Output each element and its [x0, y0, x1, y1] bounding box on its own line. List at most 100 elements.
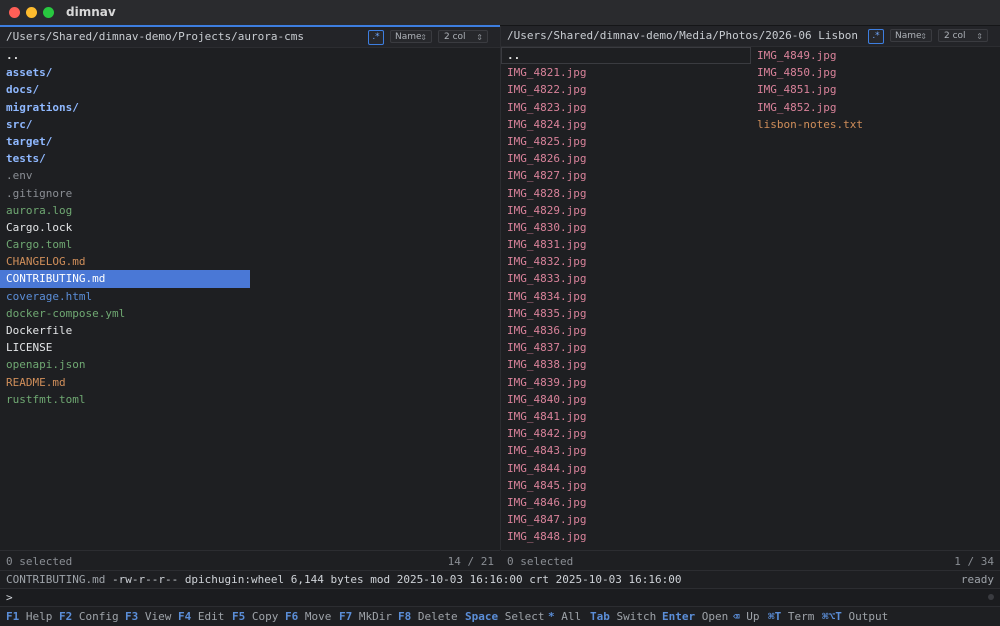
file-item[interactable]: CHANGELOG.md [0, 253, 250, 270]
file-item[interactable]: aurora.log [0, 202, 250, 219]
file-item[interactable]: IMG_4835.jpg [501, 305, 751, 322]
file-item[interactable]: LICENSE [0, 339, 250, 356]
key-open[interactable]: Enter Open [662, 610, 728, 623]
left-cols-select[interactable]: 2 col ⇕ [438, 30, 488, 43]
left-sort-select[interactable]: Name ⇕ [390, 30, 432, 43]
file-item[interactable]: IMG_4823.jpg [501, 99, 751, 116]
file-item[interactable]: Cargo.lock [0, 219, 250, 236]
directory-item[interactable]: migrations/ [0, 99, 250, 116]
key-all[interactable]: * All [548, 610, 581, 623]
file-item[interactable]: IMG_4831.jpg [501, 236, 751, 253]
file-item[interactable]: .gitignore [0, 185, 250, 202]
file-item[interactable]: coverage.html [0, 288, 250, 305]
left-cols-value: 2 col [444, 32, 466, 42]
file-item[interactable]: IMG_4840.jpg [501, 391, 751, 408]
key-label: ⌘⌥T [822, 610, 842, 623]
key-term[interactable]: ⌘T Term [768, 610, 814, 623]
file-item[interactable]: CONTRIBUTING.md [0, 270, 250, 288]
directory-item[interactable]: assets/ [0, 64, 250, 81]
key-label: Tab [590, 610, 610, 623]
key-switch[interactable]: Tab Switch [590, 610, 656, 623]
left-position: 14 / 21 [447, 555, 494, 568]
title-bar: dimnav [0, 0, 1000, 26]
right-regex-toggle[interactable]: .* [868, 29, 884, 44]
file-item[interactable]: IMG_4836.jpg [501, 322, 751, 339]
key-delete[interactable]: F8 Delete [398, 610, 458, 623]
file-item[interactable]: README.md [0, 374, 250, 391]
file-item[interactable]: IMG_4826.jpg [501, 150, 751, 167]
key-copy[interactable]: F5 Copy [232, 610, 278, 623]
file-item[interactable]: .env [0, 167, 250, 184]
file-item[interactable]: IMG_4852.jpg [751, 99, 1000, 116]
key-config[interactable]: F2 Config [59, 610, 119, 623]
file-item[interactable]: IMG_4844.jpg [501, 460, 751, 477]
file-item[interactable]: IMG_4821.jpg [501, 64, 751, 81]
key-help[interactable]: F1 Help [6, 610, 52, 623]
file-item[interactable]: IMG_4822.jpg [501, 81, 751, 98]
file-item[interactable]: IMG_4829.jpg [501, 202, 751, 219]
file-item[interactable]: docker-compose.yml [0, 305, 250, 322]
directory-item[interactable]: target/ [0, 133, 250, 150]
file-item[interactable]: IMG_4849.jpg [751, 47, 1000, 64]
key-action: Delete [411, 610, 458, 623]
key-label: ⌘T [768, 610, 782, 623]
key-edit[interactable]: F4 Edit [178, 610, 224, 623]
file-item[interactable]: IMG_4841.jpg [501, 408, 751, 425]
file-item[interactable]: rustfmt.toml [0, 391, 250, 408]
file-item[interactable]: IMG_4838.jpg [501, 356, 751, 373]
file-item[interactable]: IMG_4832.jpg [501, 253, 751, 270]
right-pane[interactable]: /Users/Shared/dimnav-demo/Media/Photos/2… [501, 26, 1000, 571]
file-item[interactable]: IMG_4848.jpg [501, 528, 751, 545]
file-item[interactable]: IMG_4825.jpg [501, 133, 751, 150]
directory-item[interactable]: src/ [0, 116, 250, 133]
minimize-window-button[interactable] [26, 7, 37, 18]
key-mkdir[interactable]: F7 MkDir [339, 610, 392, 623]
key-select[interactable]: Space Select [465, 610, 544, 623]
key-up[interactable]: ⌫ Up [733, 610, 760, 623]
key-action: MkDir [352, 610, 392, 623]
close-window-button[interactable] [9, 7, 20, 18]
command-line[interactable]: > [0, 588, 1000, 606]
file-item[interactable]: IMG_4850.jpg [751, 64, 1000, 81]
file-item[interactable]: IMG_4828.jpg [501, 185, 751, 202]
right-sort-select[interactable]: Name ⇕ [890, 29, 932, 42]
file-item[interactable]: Cargo.toml [0, 236, 250, 253]
file-item[interactable]: IMG_4834.jpg [501, 288, 751, 305]
file-item[interactable]: IMG_4839.jpg [501, 374, 751, 391]
file-item[interactable]: IMG_4833.jpg [501, 270, 751, 287]
file-item[interactable]: lisbon-notes.txt [751, 116, 1000, 133]
key-action: All [554, 610, 582, 623]
left-pane[interactable]: /Users/Shared/dimnav-demo/Projects/auror… [0, 25, 501, 571]
right-pane-header: /Users/Shared/dimnav-demo/Media/Photos/2… [501, 26, 1000, 47]
right-cols-select[interactable]: 2 col ⇕ [938, 29, 988, 42]
parent-dir-item[interactable]: .. [0, 47, 250, 64]
file-item[interactable]: IMG_4847.jpg [501, 511, 751, 528]
directory-item[interactable]: docs/ [0, 81, 250, 98]
key-move[interactable]: F6 Move [285, 610, 331, 623]
file-item[interactable]: IMG_4824.jpg [501, 116, 751, 133]
left-regex-toggle[interactable]: .* [368, 30, 384, 45]
file-item[interactable]: IMG_4843.jpg [501, 442, 751, 459]
file-item[interactable]: IMG_4845.jpg [501, 477, 751, 494]
key-label: F7 [339, 610, 353, 623]
file-item[interactable]: Dockerfile [0, 322, 250, 339]
key-action: Edit [191, 610, 225, 623]
right-position: 1 / 34 [954, 555, 994, 568]
zoom-window-button[interactable] [43, 7, 54, 18]
file-item[interactable]: IMG_4837.jpg [501, 339, 751, 356]
right-path: /Users/Shared/dimnav-demo/Media/Photos/2… [507, 29, 858, 42]
file-item[interactable]: openapi.json [0, 356, 250, 373]
key-action: Open [695, 610, 729, 623]
file-item[interactable]: IMG_4851.jpg [751, 81, 1000, 98]
right-sort-value: Name [895, 31, 922, 41]
file-item[interactable]: IMG_4842.jpg [501, 425, 751, 442]
key-output[interactable]: ⌘⌥T Output [822, 610, 888, 623]
right-cols-value: 2 col [944, 31, 966, 41]
directory-item[interactable]: tests/ [0, 150, 250, 167]
file-info: CONTRIBUTING.md -rw-r--r-- dpichugin:whe… [6, 573, 682, 586]
file-item[interactable]: IMG_4830.jpg [501, 219, 751, 236]
file-item[interactable]: IMG_4846.jpg [501, 494, 751, 511]
key-view[interactable]: F3 View [125, 610, 171, 623]
file-item[interactable]: IMG_4827.jpg [501, 167, 751, 184]
parent-dir-item[interactable]: .. [501, 47, 751, 65]
